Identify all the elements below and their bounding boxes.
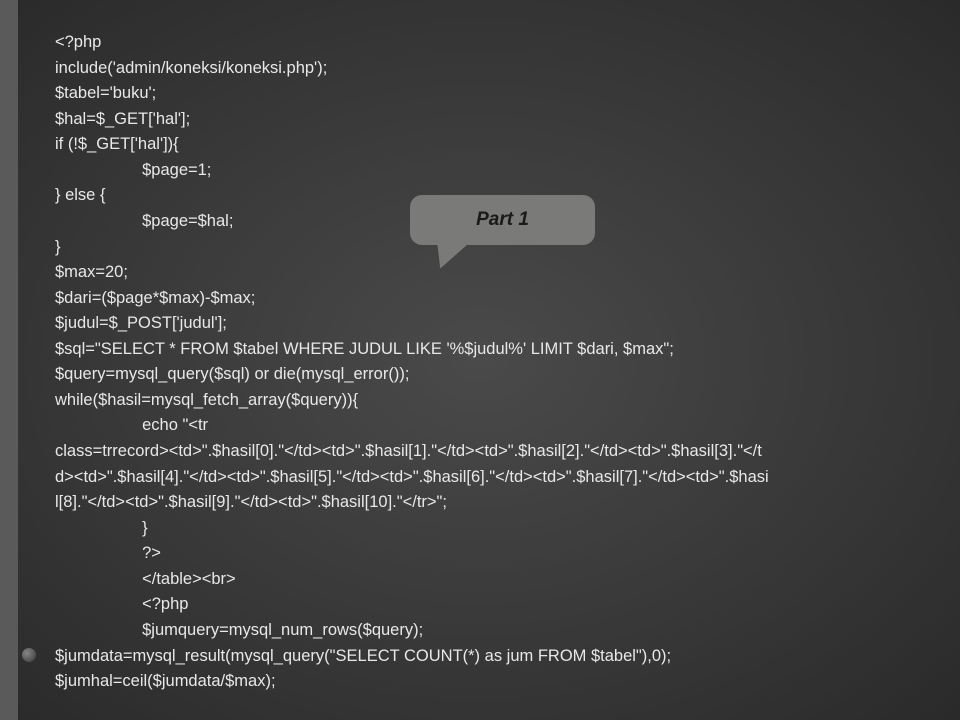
bullet-icon: [22, 648, 36, 662]
callout-bubble: Part 1: [410, 195, 595, 245]
callout-label: Part 1: [476, 209, 529, 231]
code-block: <?php include('admin/koneksi/koneksi.php…: [55, 30, 930, 695]
side-accent-bar: [0, 0, 18, 720]
